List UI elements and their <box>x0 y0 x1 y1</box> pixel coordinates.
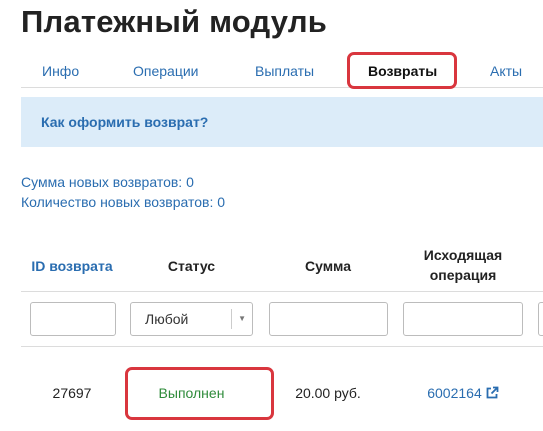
filter-divider <box>21 346 543 347</box>
external-link-icon[interactable] <box>485 386 499 400</box>
status-highlight <box>125 367 274 420</box>
new-refunds-count: Количество новых возвратов: 0 <box>21 194 226 210</box>
refund-id-filter-input[interactable] <box>30 302 116 336</box>
operation-link[interactable]: 6002164 <box>427 385 482 401</box>
tab-payouts[interactable]: Выплаты <box>255 49 314 87</box>
active-tab-highlight <box>347 52 457 89</box>
tab-operations[interactable]: Операции <box>133 49 199 87</box>
status-filter-select[interactable]: Любой ▼ <box>130 302 253 336</box>
header-status: Статус <box>167 258 216 274</box>
tab-acts[interactable]: Акты <box>490 49 522 87</box>
cell-amount: 20.00 руб. <box>295 385 361 401</box>
help-banner: Как оформить возврат? <box>21 97 543 147</box>
operation-filter-input[interactable] <box>403 302 523 336</box>
chevron-down-icon: ▼ <box>238 314 246 323</box>
header-refund-id[interactable]: ID возврата <box>21 256 123 276</box>
how-to-refund-link[interactable]: Как оформить возврат? <box>41 97 208 147</box>
tab-bar: Инфо Операции Выплаты Возвраты Акты <box>21 49 543 88</box>
tab-info[interactable]: Инфо <box>42 49 79 87</box>
amount-filter-input[interactable] <box>269 302 388 336</box>
cell-operation: 6002164 <box>403 376 523 410</box>
next-column-filter-input[interactable] <box>538 302 543 336</box>
header-amount: Сумма <box>304 258 352 274</box>
cell-refund-id: 27697 <box>52 385 92 401</box>
status-filter-value: Любой <box>145 311 189 327</box>
new-refunds-sum: Сумма новых возвратов: 0 <box>21 174 194 190</box>
page-title: Платежный модуль <box>21 4 327 39</box>
header-divider <box>21 291 543 292</box>
select-separator <box>231 309 232 329</box>
header-outgoing-operation: Исходящая операция <box>423 247 503 283</box>
